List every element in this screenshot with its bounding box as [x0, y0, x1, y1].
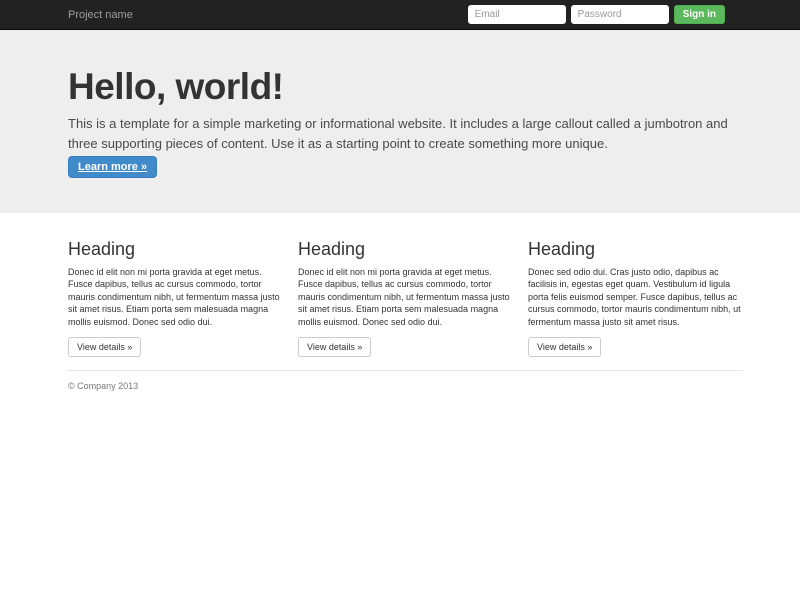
copyright-text: © Company 2013 [68, 381, 139, 392]
password-field[interactable] [570, 5, 669, 24]
navbar-brand-link[interactable]: Project name [68, 0, 133, 30]
page-title: Hello, world! [68, 66, 284, 107]
view-details-button-3[interactable]: View details » [528, 337, 602, 358]
marketing-columns: Heading Donec id elit non mi porta gravi… [68, 213, 743, 358]
column-text: Donec id elit non mi porta gravida at eg… [68, 266, 280, 327]
footer-divider [68, 370, 743, 372]
column-heading: Heading [68, 239, 136, 259]
view-details-button-2[interactable]: View details » [298, 337, 372, 358]
sign-in-button[interactable]: Sign in [673, 5, 725, 24]
sign-in-form: Sign in [467, 5, 725, 24]
email-field[interactable] [467, 5, 566, 24]
footer: © Company 2013 [68, 370, 743, 391]
jumbotron: Hello, world! This is a template for a s… [0, 30, 800, 213]
view-details-button-1[interactable]: View details » [68, 337, 142, 358]
navbar: Project name Sign in [0, 0, 800, 30]
column-heading: Heading [298, 239, 366, 259]
marketing-column-2: Heading Donec id elit non mi porta gravi… [298, 213, 513, 358]
column-heading: Heading [528, 239, 596, 259]
jumbotron-description: This is a template for a simple marketin… [68, 115, 728, 151]
marketing-column-3: Heading Donec sed odio dui. Cras justo o… [528, 213, 743, 358]
learn-more-button[interactable]: Learn more » [68, 155, 158, 178]
column-text: Donec sed odio dui. Cras justo odio, dap… [528, 266, 741, 327]
marketing-column-1: Heading Donec id elit non mi porta gravi… [68, 213, 283, 358]
column-text: Donec id elit non mi porta gravida at eg… [298, 266, 510, 327]
